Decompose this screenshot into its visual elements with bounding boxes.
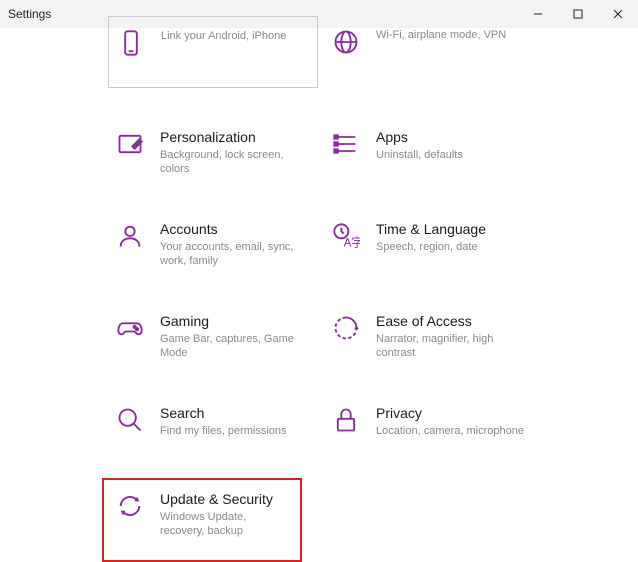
- personalization-icon: [114, 128, 146, 160]
- maximize-button[interactable]: [558, 0, 598, 28]
- gaming-icon: [114, 312, 146, 344]
- tile-sub: Your accounts, email, sync, work, family: [160, 240, 312, 268]
- tile-sub: Find my files, permissions: [160, 424, 312, 438]
- tile-privacy[interactable]: Privacy Location, camera, microphone: [324, 400, 534, 442]
- tile-sub: Wi-Fi, airplane mode, VPN: [376, 28, 528, 42]
- phone-icon: [115, 27, 147, 59]
- update-icon: [114, 490, 146, 522]
- tile-title: Ease of Access: [376, 312, 528, 330]
- tile-title: Privacy: [376, 404, 528, 422]
- lock-icon: [330, 404, 362, 436]
- tile-sub: Narrator, magnifier, high contrast: [376, 332, 528, 360]
- tile-title: Update & Security: [160, 490, 290, 508]
- tile-network[interactable]: Wi-Fi, airplane mode, VPN: [324, 22, 534, 88]
- tile-ease-of-access[interactable]: Ease of Access Narrator, magnifier, high…: [324, 308, 534, 364]
- tile-personalization[interactable]: Personalization Background, lock screen,…: [108, 124, 318, 180]
- tile-sub: Background, lock screen, colors: [160, 148, 312, 176]
- svg-text:A字: A字: [344, 236, 360, 250]
- tile-sub: Uninstall, defaults: [376, 148, 528, 162]
- tile-sub: Link your Android, iPhone: [161, 29, 311, 43]
- window-title: Settings: [8, 7, 51, 21]
- close-button[interactable]: [598, 0, 638, 28]
- ease-of-access-icon: [330, 312, 362, 344]
- tile-sub: Speech, region, date: [376, 240, 528, 254]
- tile-time-language[interactable]: A字 Time & Language Speech, region, date: [324, 216, 534, 272]
- tile-sub: Location, camera, microphone: [376, 424, 528, 438]
- tile-title: Search: [160, 404, 312, 422]
- tile-sub: Game Bar, captures, Game Mode: [160, 332, 312, 360]
- window-titlebar: Settings: [0, 0, 638, 28]
- tile-title: Accounts: [160, 220, 312, 238]
- tile-phone[interactable]: Link your Android, iPhone: [108, 16, 318, 88]
- tile-apps[interactable]: Apps Uninstall, defaults: [324, 124, 534, 180]
- apps-icon: [330, 128, 362, 160]
- search-icon: [114, 404, 146, 436]
- globe-icon: [330, 26, 362, 58]
- time-language-icon: A字: [330, 220, 362, 252]
- tile-title: Time & Language: [376, 220, 528, 238]
- accounts-icon: [114, 220, 146, 252]
- tile-title: Apps: [376, 128, 528, 146]
- tile-sub: Windows Update, recovery, backup: [160, 510, 290, 538]
- tile-search[interactable]: Search Find my files, permissions: [108, 400, 318, 442]
- tile-accounts[interactable]: Accounts Your accounts, email, sync, wor…: [108, 216, 318, 272]
- tile-title: Gaming: [160, 312, 312, 330]
- tile-title: Personalization: [160, 128, 312, 146]
- tile-gaming[interactable]: Gaming Game Bar, captures, Game Mode: [108, 308, 318, 364]
- tile-update-security[interactable]: Update & Security Windows Update, recove…: [102, 478, 302, 562]
